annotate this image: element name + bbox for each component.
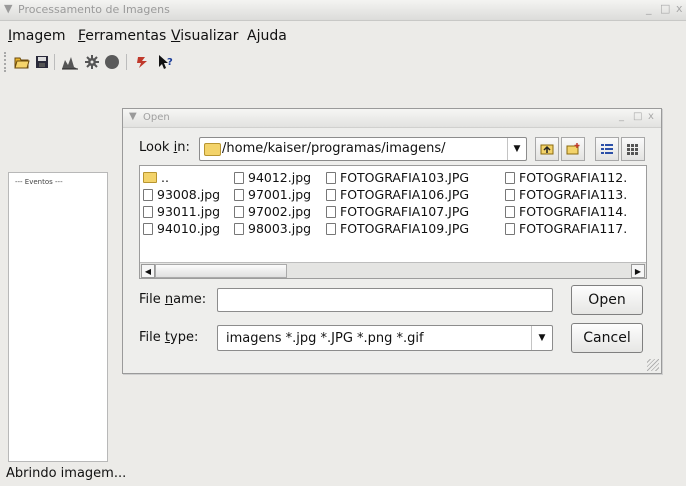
file-icon [143, 188, 153, 201]
list-item[interactable]: FOTOGRAFIA117. [505, 220, 627, 237]
toolbar-grip[interactable] [4, 52, 10, 72]
file-icon [505, 222, 515, 235]
chevron-down-icon[interactable]: ▼ [531, 326, 552, 350]
detail-view-button[interactable] [595, 137, 619, 161]
list-item[interactable]: FOTOGRAFIA109.JPG [326, 220, 469, 237]
menubar: Imagem Ferramentas Visualizar Ajuda [0, 20, 686, 48]
file-icon [505, 188, 515, 201]
window-menu-chevron-icon[interactable]: ▼ [4, 2, 12, 15]
file-icon [326, 171, 336, 184]
resize-grip[interactable] [647, 359, 659, 371]
file-icon [326, 222, 336, 235]
window-titlebar[interactable]: ▼ Processamento de Imagens _ □ x [0, 0, 686, 21]
menu-visualizar[interactable]: Visualizar [171, 28, 238, 44]
window-title: Processamento de Imagens [18, 3, 170, 16]
svg-text:?: ? [167, 57, 173, 68]
lookin-label: Look in: [139, 140, 190, 155]
filetype-combobox[interactable]: imagens *.jpg *.JPG *.png *.gif ▼ [217, 325, 553, 351]
file-icon [234, 188, 244, 201]
maximize-button[interactable]: □ [660, 2, 670, 15]
list-item[interactable]: 94012.jpg [234, 169, 311, 186]
list-item[interactable]: FOTOGRAFIA112. [505, 169, 627, 186]
save-icon[interactable] [32, 52, 52, 72]
histogram-icon[interactable] [60, 52, 80, 72]
menu-ferramentas[interactable]: Ferramentas [78, 28, 166, 44]
file-icon [234, 205, 244, 218]
list-view-button[interactable] [621, 137, 645, 161]
open-dialog: ▼ Open _ □ x Look in: /home/kaiser/progr… [122, 108, 662, 374]
scroll-right-icon[interactable]: ▶ [631, 264, 645, 278]
whats-this-icon[interactable]: ? [156, 52, 176, 72]
filetype-value: imagens *.jpg *.JPG *.png *.gif [226, 331, 424, 346]
menu-ajuda[interactable]: Ajuda [247, 28, 287, 44]
list-item-parent-folder[interactable]: .. [143, 169, 220, 186]
file-column: 94012.jpg 97001.jpg 97002.jpg 98003.jpg [234, 169, 311, 237]
list-item[interactable]: FOTOGRAFIA114. [505, 203, 627, 220]
file-icon [326, 188, 336, 201]
dialog-minimize-button[interactable]: _ [619, 111, 624, 122]
open-folder-icon[interactable] [12, 52, 32, 72]
dialog-close-button[interactable]: x [648, 111, 654, 122]
toolbar: ? [0, 48, 686, 76]
list-item[interactable]: 93008.jpg [143, 186, 220, 203]
menu-imagem[interactable]: Imagem [8, 28, 66, 44]
dialog-maximize-button[interactable]: □ [633, 111, 642, 122]
list-item[interactable]: 97002.jpg [234, 203, 311, 220]
events-label: --- Eventos --- [15, 178, 63, 186]
file-icon [143, 205, 153, 218]
open-button[interactable]: Open [571, 285, 643, 315]
scrollbar-thumb[interactable] [155, 264, 287, 278]
list-item[interactable]: 97001.jpg [234, 186, 311, 203]
list-item[interactable]: 98003.jpg [234, 220, 311, 237]
file-icon [505, 205, 515, 218]
file-icon [143, 222, 153, 235]
filetype-label: File type: [139, 330, 199, 345]
lookin-combobox[interactable]: /home/kaiser/programas/imagens/ ▼ [199, 137, 527, 161]
filename-input[interactable] [217, 288, 553, 312]
list-item[interactable]: FOTOGRAFIA103.JPG [326, 169, 469, 186]
gear-icon[interactable] [82, 52, 102, 72]
cancel-button[interactable]: Cancel [571, 323, 643, 353]
file-icon [505, 171, 515, 184]
lookin-path: /home/kaiser/programas/imagens/ [222, 141, 446, 156]
file-column: FOTOGRAFIA103.JPG FOTOGRAFIA106.JPG FOTO… [326, 169, 469, 237]
new-folder-button[interactable] [561, 137, 585, 161]
close-button[interactable]: x [676, 2, 683, 15]
list-item[interactable]: FOTOGRAFIA113. [505, 186, 627, 203]
scroll-left-icon[interactable]: ◀ [141, 264, 155, 278]
list-item[interactable]: 93011.jpg [143, 203, 220, 220]
list-item[interactable]: FOTOGRAFIA106.JPG [326, 186, 469, 203]
list-item[interactable]: 94010.jpg [143, 220, 220, 237]
filename-label: File name: [139, 292, 207, 307]
dialog-title: Open [143, 112, 170, 123]
file-icon [234, 222, 244, 235]
status-text: Abrindo imagem... [6, 466, 127, 481]
toolbar-separator [54, 54, 55, 70]
horizontal-scrollbar[interactable]: ◀ ▶ [140, 262, 646, 278]
circle-icon[interactable] [102, 52, 122, 72]
dialog-menu-chevron-icon[interactable]: ▼ [129, 111, 137, 122]
minimize-button[interactable]: _ [646, 2, 652, 15]
folder-icon [204, 143, 221, 156]
folder-icon [143, 172, 157, 183]
file-icon [326, 205, 336, 218]
file-column: FOTOGRAFIA112. FOTOGRAFIA113. FOTOGRAFIA… [505, 169, 627, 237]
refresh-icon[interactable] [132, 52, 152, 72]
dialog-titlebar[interactable]: ▼ Open _ □ x [123, 109, 661, 128]
file-list[interactable]: .. 93008.jpg 93011.jpg 94010.jpg 94012.j… [139, 165, 647, 279]
file-icon [234, 171, 244, 184]
chevron-down-icon[interactable]: ▼ [507, 138, 526, 160]
file-column: .. 93008.jpg 93011.jpg 94010.jpg [143, 169, 220, 237]
list-item[interactable]: FOTOGRAFIA107.JPG [326, 203, 469, 220]
events-panel: --- Eventos --- [8, 172, 108, 462]
parent-directory-button[interactable] [535, 137, 559, 161]
toolbar-separator [126, 54, 127, 70]
